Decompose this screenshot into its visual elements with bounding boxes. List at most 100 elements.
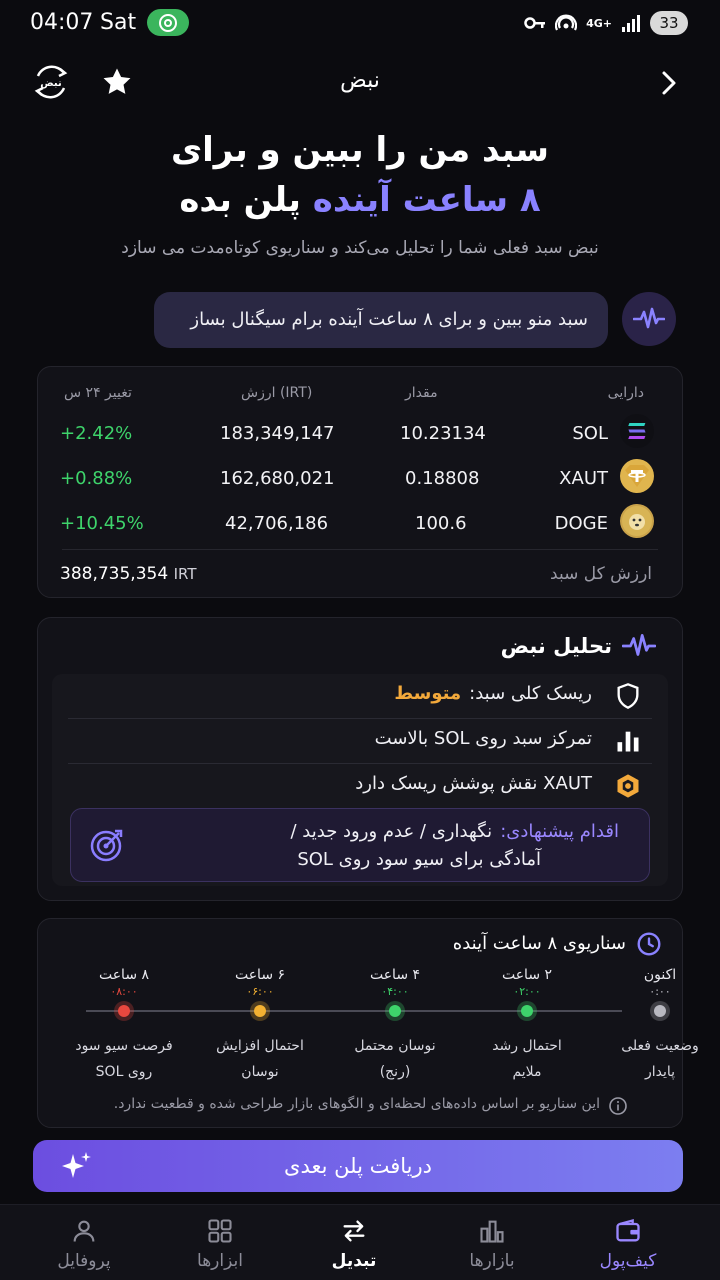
col-change: تغییر ۲۴ س bbox=[64, 385, 132, 401]
divider bbox=[62, 549, 658, 550]
network-type: 4G+ bbox=[586, 16, 612, 30]
signal-icon bbox=[622, 15, 640, 32]
timeline-label-line2: ملایم bbox=[512, 1064, 542, 1080]
timeline-node bbox=[517, 1001, 537, 1021]
user-icon bbox=[73, 1220, 95, 1242]
assistant-pill[interactable] bbox=[147, 9, 189, 36]
asset-amount: 100.6 bbox=[415, 513, 467, 534]
nav-markets[interactable]: بازارها bbox=[437, 1213, 547, 1271]
asset-change: +2.42% bbox=[60, 423, 133, 444]
nav-profile[interactable]: پروفایل bbox=[29, 1213, 139, 1271]
asset-row-sol[interactable]: SOL 10.23134 183,349,147 +2.42% bbox=[38, 411, 684, 455]
nav-tools[interactable]: ابزارها bbox=[165, 1213, 275, 1271]
hero-accent: ۸ ساعت آینده bbox=[312, 180, 541, 220]
timeline-step-head: ۴ ساعت bbox=[369, 967, 421, 983]
timeline-label-line2: پایدار bbox=[644, 1064, 676, 1080]
total-label: ارزش کل سبد bbox=[550, 564, 652, 584]
asset-row-xaut[interactable]: XAUT 0.18808 162,680,021 +0.88% bbox=[38, 456, 684, 500]
timeline-step-time: ۰۴:۰۰ bbox=[381, 985, 409, 998]
total-unit: IRT bbox=[173, 565, 197, 583]
reco-label: اقدام پیشنهادی: bbox=[500, 821, 619, 842]
nav-profile-label: پروفایل bbox=[57, 1251, 111, 1271]
back-chevron-icon[interactable] bbox=[654, 68, 684, 98]
bar-chart-icon bbox=[617, 731, 639, 752]
timeline-dot bbox=[521, 1005, 533, 1017]
nav-swap-label: تبدیل bbox=[331, 1251, 377, 1271]
battery-level: 33 bbox=[650, 11, 688, 35]
col-value: ارزش (IRT) bbox=[241, 385, 313, 401]
col-asset: دارایی bbox=[607, 385, 644, 401]
hero-title-line1: سبد من را ببین و برای bbox=[170, 130, 549, 170]
asset-change: +10.45% bbox=[60, 513, 144, 534]
asset-change: +0.88% bbox=[60, 468, 133, 489]
timeline-step-head: ۲ ساعت bbox=[501, 967, 553, 983]
timeline-label-line1: نوسان محتمل bbox=[354, 1038, 436, 1054]
timeline-dot bbox=[254, 1005, 266, 1017]
hero-rest: پلن بده bbox=[179, 180, 301, 220]
hexagon-icon bbox=[617, 774, 639, 798]
timeline-node bbox=[250, 1001, 270, 1021]
wallet-icon bbox=[616, 1218, 640, 1242]
sparkle-icon bbox=[62, 1152, 91, 1178]
clock-icon bbox=[637, 932, 661, 956]
xaut-coin-icon bbox=[620, 459, 654, 493]
hedge-row: XAUT نقش پوشش ریسک دارد bbox=[68, 764, 652, 808]
grid-icon bbox=[208, 1219, 232, 1243]
total-value: 388,735,354 IRT bbox=[60, 564, 196, 584]
timeline-label-line1: وضعیت فعلی bbox=[621, 1038, 699, 1054]
risk-label: ریسک کلی سبد: bbox=[469, 683, 592, 704]
cta-label: دریافت پلن بعدی bbox=[284, 1154, 432, 1178]
info-icon bbox=[609, 1097, 627, 1115]
timeline-dot bbox=[654, 1005, 666, 1017]
scenario-note: این سناریو بر اساس داده‌های لحظه‌ای و ال… bbox=[113, 1096, 600, 1112]
timeline-label-line1: احتمال رشد bbox=[492, 1038, 562, 1054]
nav-wallet-label: کیف‌پول bbox=[599, 1251, 657, 1271]
asset-amount: 0.18808 bbox=[405, 468, 480, 489]
top-bar: نبض نبض bbox=[0, 58, 720, 108]
timeline-step-time: ۰۶:۰۰ bbox=[246, 985, 274, 998]
risk-row: ریسک کلی سبد: متوسط bbox=[68, 674, 652, 718]
hero-title-line2: ۸ ساعت آینده پلن بده bbox=[0, 180, 720, 220]
pulse-icon bbox=[633, 307, 665, 329]
timeline-label-line2: نوسان bbox=[241, 1064, 279, 1080]
timeline-label-line1: احتمال افزایش bbox=[216, 1038, 304, 1054]
timeline-line bbox=[86, 1010, 622, 1012]
timeline-label-line1: فرصت سیو سود bbox=[75, 1038, 173, 1054]
analysis-title: تحلیل نبض bbox=[500, 634, 612, 658]
timeline-step-label: فرصت سیو سود روی SOL bbox=[69, 1033, 179, 1085]
timeline-step-time: ۰:۰۰ bbox=[649, 985, 671, 998]
asset-symbol: XAUT bbox=[559, 468, 608, 489]
target-icon bbox=[90, 829, 123, 862]
user-prompt-bubble: سبد منو ببین و برای ۸ ساعت آینده برام سی… bbox=[154, 292, 608, 348]
nav-tools-label: ابزارها bbox=[197, 1251, 243, 1271]
timeline-step-time: ۰۸:۰۰ bbox=[110, 985, 138, 998]
asset-symbol: DOGE bbox=[554, 513, 608, 534]
concentration-text: تمرکز سبد روی SOL بالاست bbox=[374, 728, 592, 749]
market-icon bbox=[480, 1220, 504, 1243]
key-icon bbox=[524, 17, 546, 29]
timeline-step-label: احتمال افزایش نوسان bbox=[205, 1033, 315, 1085]
doge-coin-icon bbox=[620, 504, 654, 538]
scenario-card: سناریوی ۸ ساعت آینده اکنون ۰:۰۰ وضعیت فعلی… bbox=[37, 918, 699, 1128]
risk-value: متوسط bbox=[394, 683, 462, 704]
col-amount: مقدار bbox=[405, 385, 438, 401]
nav-swap[interactable]: تبدیل bbox=[299, 1213, 409, 1271]
get-next-plan-button[interactable]: دریافت پلن بعدی bbox=[33, 1140, 683, 1192]
asset-symbol: SOL bbox=[572, 423, 608, 444]
reco-line1: نگهداری / عدم ورود جدید / bbox=[290, 821, 493, 842]
assistant-icon bbox=[159, 14, 177, 32]
asset-value: 183,349,147 bbox=[220, 423, 335, 444]
nav-wallet[interactable]: کیف‌پول bbox=[573, 1213, 683, 1271]
analysis-list: ریسک کلی سبد: متوسط تمرکز سبد روی SOL بال… bbox=[52, 674, 668, 886]
status-bar: 04:07 Sat 4G+ 33 bbox=[0, 0, 720, 46]
total-amount: 388,735,354 bbox=[60, 564, 169, 584]
timeline-step-head: ۸ ساعت bbox=[98, 967, 150, 983]
timeline-dot bbox=[389, 1005, 401, 1017]
recommendation-box: اقدام پیشنهادی: نگهداری / عدم ورود جدید /… bbox=[70, 808, 650, 882]
timeline-node bbox=[385, 1001, 405, 1021]
timeline-step-label: نوسان محتمل (رنج) bbox=[340, 1033, 450, 1085]
nav-markets-label: بازارها bbox=[469, 1251, 515, 1271]
asset-row-doge[interactable]: DOGE 100.6 42,706,186 +10.45% bbox=[38, 501, 684, 545]
status-day: Sat bbox=[100, 10, 137, 35]
timeline-step-label: احتمال رشد ملایم bbox=[472, 1033, 582, 1085]
